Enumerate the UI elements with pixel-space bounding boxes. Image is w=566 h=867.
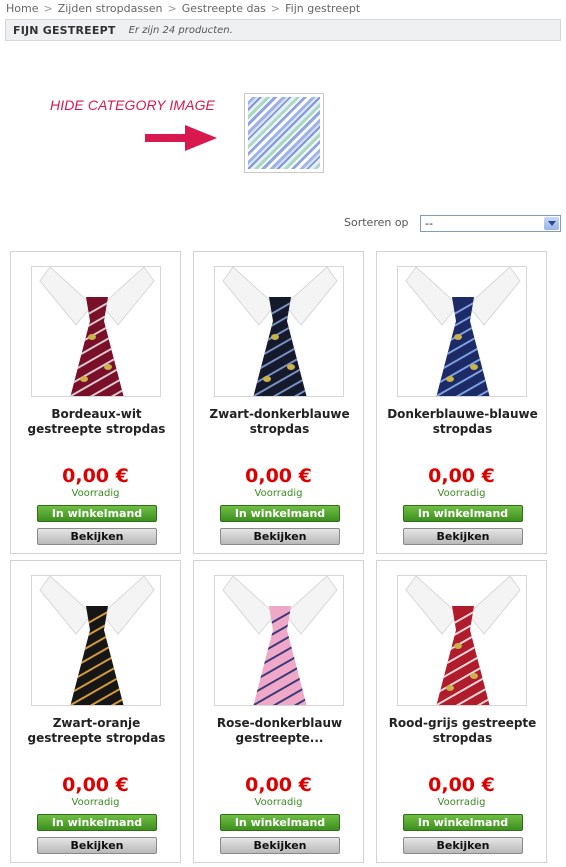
tie-emblem [104, 364, 112, 370]
product-card: Zwart-oranje gestreepte stropdas 0,00 € … [10, 560, 181, 863]
striped-fabric-image [248, 97, 320, 169]
category-header: FIJN GESTREEPT Er zijn 24 producten. [5, 19, 561, 41]
category-title: FIJN GESTREEPT [13, 23, 116, 37]
view-button[interactable]: Bekijken [220, 837, 340, 854]
product-count: Er zijn 24 producten. [128, 24, 233, 36]
product-name[interactable]: Bordeaux-wit gestreepte stropdas [17, 407, 176, 437]
product-card: Rood-grijs gestreepte stropdas 0,00 € Vo… [376, 560, 547, 863]
product-card: Bordeaux-wit gestreepte stropdas 0,00 € … [10, 251, 181, 554]
stock-status: Voorradig [437, 488, 486, 499]
breadcrumb-gestreepte-das-link[interactable]: Gestreepte das [182, 2, 266, 15]
tie-icon [215, 576, 343, 705]
tie-icon [398, 576, 526, 705]
product-name[interactable]: Zwart-donkerblauwe stropdas [200, 407, 359, 437]
product-image[interactable] [397, 575, 527, 706]
product-name[interactable]: Donkerblauwe-blauwe stropdas [383, 407, 542, 437]
stock-status: Voorradig [71, 488, 120, 499]
view-button[interactable]: Bekijken [220, 528, 340, 545]
arrow-right-icon [145, 125, 217, 151]
tie-emblem [470, 364, 478, 370]
stock-status: Voorradig [71, 797, 120, 808]
product-image[interactable] [214, 575, 344, 706]
breadcrumb-separator: > [167, 2, 177, 15]
breadcrumb-separator: > [270, 2, 281, 15]
add-to-cart-button[interactable]: In winkelmand [403, 505, 523, 522]
tie-emblem [446, 376, 454, 382]
tie-icon [32, 267, 160, 396]
add-to-cart-button[interactable]: In winkelmand [37, 814, 157, 831]
view-button[interactable]: Bekijken [37, 837, 157, 854]
stock-status: Voorradig [254, 797, 303, 808]
add-to-cart-button[interactable]: In winkelmand [403, 814, 523, 831]
category-image [244, 93, 324, 173]
product-card: Zwart-donkerblauwe stropdas 0,00 € Voorr… [193, 251, 364, 554]
sort-label: Sorteren op [344, 216, 409, 229]
product-card: Donkerblauwe-blauwe stropdas 0,00 € Voor… [376, 251, 547, 554]
sort-select[interactable]: -- [420, 215, 561, 232]
view-button[interactable]: Bekijken [403, 528, 523, 545]
product-price: 0,00 € [245, 774, 312, 796]
product-price: 0,00 € [428, 465, 495, 487]
add-to-cart-button[interactable]: In winkelmand [220, 814, 340, 831]
tie-emblem [454, 643, 462, 649]
breadcrumb-home-link[interactable]: Home [6, 2, 38, 15]
tie-icon [32, 576, 160, 705]
product-name[interactable]: Rose-donkerblauw gestreepte... [200, 716, 359, 746]
tie-emblem [454, 334, 462, 340]
breadcrumb: Home > Zijden stropdassen > Gestreepte das > F… [6, 2, 360, 15]
add-to-cart-button[interactable]: In winkelmand [37, 505, 157, 522]
view-button[interactable]: Bekijken [403, 837, 523, 854]
product-price: 0,00 € [62, 465, 129, 487]
tie-emblem [470, 673, 478, 679]
product-name[interactable]: Rood-grijs gestreepte stropdas [383, 716, 542, 746]
product-image[interactable] [397, 266, 527, 397]
tie-icon [215, 267, 343, 396]
product-name[interactable]: Zwart-oranje gestreepte stropdas [17, 716, 176, 746]
tie-emblem [271, 334, 279, 340]
chevron-down-icon[interactable] [544, 217, 559, 230]
tie-emblem [263, 376, 271, 382]
product-price: 0,00 € [428, 774, 495, 796]
stock-status: Voorradig [254, 488, 303, 499]
tie-emblem [446, 685, 454, 691]
product-image[interactable] [31, 266, 161, 397]
product-price: 0,00 € [245, 465, 312, 487]
breadcrumb-separator: > [43, 2, 53, 15]
product-price: 0,00 € [62, 774, 129, 796]
breadcrumb-zijden-stropdassen-link[interactable]: Zijden stropdassen [58, 2, 163, 15]
hide-category-image-annotation: HIDE CATEGORY IMAGE [50, 97, 215, 113]
tie-emblem [287, 364, 295, 370]
product-image[interactable] [214, 266, 344, 397]
sort-selected-value: -- [425, 217, 433, 230]
view-button[interactable]: Bekijken [37, 528, 157, 545]
tie-emblem [80, 376, 88, 382]
product-card: Rose-donkerblauw gestreepte... 0,00 € Vo… [193, 560, 364, 863]
breadcrumb-current: Fijn gestreept [285, 2, 361, 15]
tie-icon [398, 267, 526, 396]
tie-emblem [88, 334, 96, 340]
product-image[interactable] [31, 575, 161, 706]
add-to-cart-button[interactable]: In winkelmand [220, 505, 340, 522]
stock-status: Voorradig [437, 797, 486, 808]
